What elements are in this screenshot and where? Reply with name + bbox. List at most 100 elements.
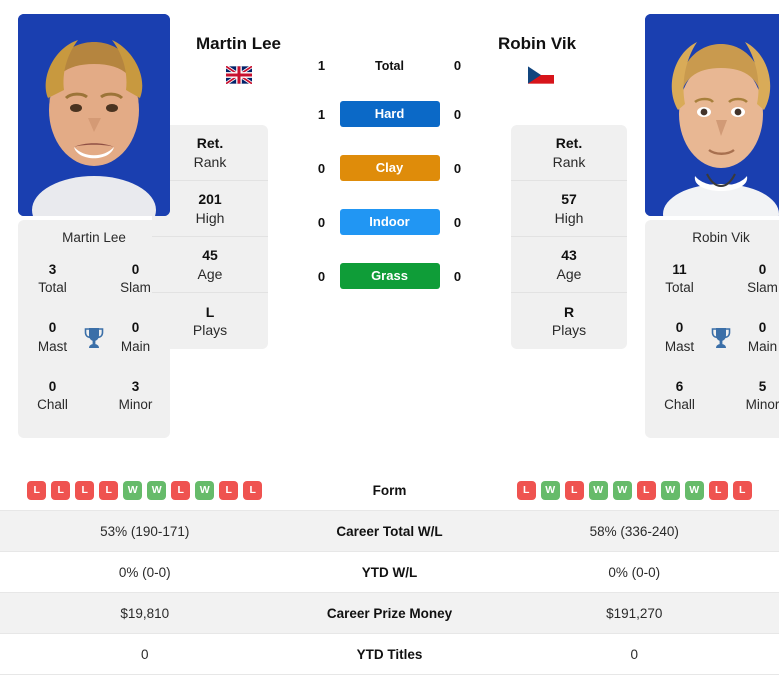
rank-cell-plays-left: L Plays (152, 293, 268, 349)
surface-button-grass[interactable]: Grass (339, 263, 440, 289)
form-badge: L (636, 480, 656, 500)
title-minor-value-left: 3 (131, 378, 140, 394)
player-photo-martin-lee (18, 14, 170, 216)
career-total-wl-left: 53% (190-171) (100, 523, 190, 539)
career-prize-money-left: $19,810 (120, 605, 170, 621)
title-chall-label-right: Chall (664, 397, 695, 413)
form-badge: L (75, 480, 95, 500)
title-mast-value-left: 0 (48, 320, 57, 336)
form-badge: W (588, 480, 608, 500)
title-chall-left: 0 Chall (28, 378, 77, 414)
form-badge: W (195, 480, 215, 500)
form-badge: L (708, 480, 728, 500)
ytd-wl-left: 0% (0-0) (118, 564, 171, 580)
title-chall-value-left: 0 (48, 378, 57, 394)
titles-card-right: Robin Vik 11 Total 0 Slam 0 Mast 0 Main … (645, 220, 779, 439)
table-row-career-total-wl: 53% (190-171) Career Total W/L 58% (336-… (0, 511, 779, 552)
rank-label-age-right: Age (556, 265, 582, 282)
table-row-ytd-wl: 0% (0-0) YTD W/L 0% (0-0) (0, 552, 779, 593)
player-name-right[interactable]: Robin Vik (498, 34, 576, 54)
table-row-ytd-titles: 0 YTD Titles 0 (0, 634, 779, 675)
h2h-hard-left-score: 1 (317, 106, 326, 122)
titles-row-chall-minor-right: 6 Chall 5 Minor (645, 366, 779, 424)
title-mast-value-right: 0 (675, 320, 684, 336)
rank-value-age-left: 45 (202, 247, 218, 264)
form-badge: L (219, 480, 239, 500)
titles-row-total-slam-left: 3 Total 0 Slam (18, 255, 170, 307)
player-comparison-page: Martin Lee Robin Vik Martin Lee 3 Total … (0, 0, 779, 699)
row-label-ytd-wl: YTD W/L (361, 564, 418, 580)
player-name-left[interactable]: Martin Lee (196, 34, 281, 54)
row-label-form: Form (372, 482, 407, 498)
titles-card-name-left: Martin Lee (62, 230, 126, 245)
title-total-value-left: 3 (48, 262, 57, 277)
h2h-row-total: 1 Total 0 (300, 58, 480, 73)
title-slam-value-right: 0 (758, 262, 767, 277)
h2h-clay-right-score: 0 (453, 160, 462, 176)
rank-label-high-right: High (554, 209, 584, 226)
rank-value-rank-left: Ret. (196, 135, 224, 152)
surface-button-clay[interactable]: Clay (339, 155, 440, 181)
form-badge: L (732, 480, 752, 500)
rank-cell-rank-right: Ret. Rank (511, 125, 627, 181)
h2h-row-hard: 1 Hard 0 (300, 101, 480, 127)
row-label-ytd-titles: YTD Titles (356, 646, 423, 662)
player-photo-robin-vik (645, 14, 779, 216)
form-badge: L (171, 480, 191, 500)
form-badge: W (612, 480, 632, 500)
form-badge: L (51, 480, 71, 500)
rank-label-rank-right: Rank (552, 153, 586, 170)
title-total-right: 11 Total (655, 261, 704, 297)
uk-flag-icon (226, 66, 252, 84)
career-total-wl-right: 58% (336-240) (589, 523, 679, 539)
form-badge: L (99, 480, 119, 500)
form-badge: W (123, 480, 143, 500)
title-chall-value-right: 6 (675, 378, 684, 394)
title-minor-label-left: Minor (118, 397, 153, 413)
surface-button-indoor[interactable]: Indoor (339, 209, 440, 235)
form-strip-left: LLLLWWLWLL (0, 480, 290, 500)
player-column-right: Robin Vik 11 Total 0 Slam 0 Mast 0 Main … (627, 0, 779, 439)
form-badge: W (540, 480, 560, 500)
title-total-left: 3 Total (28, 261, 77, 297)
rank-value-age-right: 43 (561, 247, 577, 264)
titles-card-left: Martin Lee 3 Total 0 Slam 0 Mast 0 Main … (18, 220, 170, 439)
title-mast-right: 0 Mast (655, 319, 704, 355)
rank-label-high-left: High (195, 209, 225, 226)
form-badge: W (660, 480, 680, 500)
rank-value-high-left: 201 (198, 191, 222, 208)
title-chall-label-left: Chall (37, 397, 68, 413)
titles-row-mast-main-left: 0 Mast 0 Main (18, 307, 170, 365)
row-label-career-prize-money: Career Prize Money (326, 605, 453, 621)
titles-row-chall-minor-left: 0 Chall 3 Minor (18, 366, 170, 424)
rank-cell-plays-right: R Plays (511, 293, 627, 349)
h2h-grass-right-score: 0 (453, 268, 462, 284)
ytd-wl-right: 0% (0-0) (608, 564, 661, 580)
h2h-row-indoor: 0 Indoor 0 (300, 209, 480, 235)
title-minor-value-right: 5 (758, 378, 767, 394)
surface-button-hard[interactable]: Hard (339, 101, 440, 127)
career-prize-money-right: $191,270 (606, 605, 663, 621)
title-total-label-left: Total (38, 280, 67, 296)
rank-value-high-right: 57 (561, 191, 577, 208)
title-minor-right: 5 Minor (738, 378, 779, 414)
row-label-career-total-wl: Career Total W/L (336, 523, 443, 539)
trophy-icon-left (77, 326, 111, 350)
rank-value-plays-left: L (205, 303, 215, 320)
head-to-head-panel: 1 Total 0 1 Hard 0 0 Clay 0 0 Indoor 0 0 (268, 0, 511, 317)
rank-card-right: Ret. Rank 57 High 43 Age R Plays (511, 125, 627, 349)
title-slam-right: 0 Slam (738, 261, 779, 297)
rank-label-rank-left: Rank (193, 153, 227, 170)
rank-cell-age-right: 43 Age (511, 237, 627, 293)
title-mast-left: 0 Mast (28, 319, 77, 355)
h2h-hard-right-score: 0 (453, 106, 462, 122)
h2h-row-grass: 0 Grass 0 (300, 263, 480, 289)
form-badge: W (684, 480, 704, 500)
titles-row-mast-main-right: 0 Mast 0 Main (645, 307, 779, 365)
titles-row-total-slam-right: 11 Total 0 Slam (645, 255, 779, 307)
ytd-titles-right: 0 (630, 646, 638, 662)
rank-cell-age-left: 45 Age (152, 237, 268, 293)
form-badges-left: LLLLWWLWLL (0, 480, 290, 500)
h2h-clay-left-score: 0 (317, 160, 326, 176)
title-mast-label-right: Mast (664, 338, 695, 354)
